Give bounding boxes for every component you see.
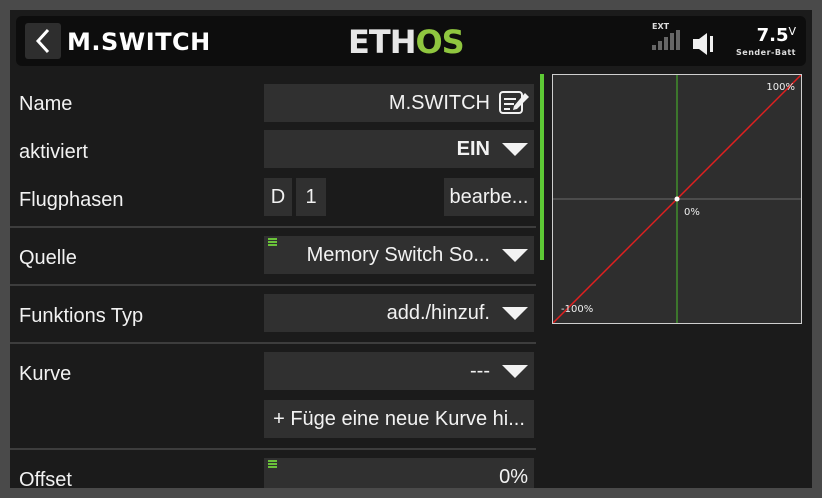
divider [10,342,536,344]
chevron-down-icon [502,364,528,378]
function-type-value: add./hinzuf. [386,301,490,324]
speaker-icon [693,33,713,55]
chevron-down-icon [502,248,528,262]
edit-icon [499,91,529,114]
graph-label-center: 0% [684,207,700,218]
flight-mode-d[interactable]: D [264,178,292,216]
add-curve-button[interactable]: + Füge eine neue Kurve hi... [264,400,534,438]
offset-value: 0% [499,465,528,488]
divider [10,226,536,228]
source-dropdown[interactable]: Memory Switch So... [264,236,534,274]
screen: M.SWITCH ETHOS EXT 7.5V Sender-Batt Name… [10,10,812,488]
signal-bars-icon [652,30,680,50]
name-label: Name [19,93,73,115]
curve-value: --- [470,359,490,382]
offset-marker-icon [268,460,277,469]
divider [10,284,536,286]
flight-modes-label: Flugphasen [19,189,124,211]
source-label: Quelle [19,247,77,269]
curve-dropdown[interactable]: --- [264,352,534,390]
graph-center-point [674,196,680,202]
scrollbar[interactable] [540,74,544,260]
battery-voltage: 7.5V [756,25,796,46]
curve-label: Kurve [19,363,72,385]
graph-label-min: -100% [561,304,594,315]
back-button[interactable] [25,23,61,59]
source-value: Memory Switch So... [306,243,490,266]
name-field[interactable]: M.SWITCH [264,84,534,122]
header-bar: M.SWITCH ETHOS EXT 7.5V Sender-Batt [16,16,806,66]
function-type-dropdown[interactable]: add./hinzuf. [264,294,534,332]
source-marker-icon [268,238,277,247]
page-title: M.SWITCH [67,28,211,56]
chevron-down-icon [502,142,528,156]
curve-graph: 100% 0% -100% [552,74,802,324]
chevron-left-icon [35,28,50,54]
offset-field[interactable]: 0% [264,458,534,488]
divider [10,448,536,450]
battery-label: Sender-Batt [736,48,796,57]
enabled-label: aktiviert [19,141,88,163]
flight-mode-1[interactable]: 1 [296,178,326,216]
status-area: EXT 7.5V Sender-Batt [650,22,800,62]
name-value: M.SWITCH [388,91,490,114]
offset-label: Offset [19,469,72,488]
graph-label-max: 100% [766,82,795,93]
function-type-label: Funktions Typ [19,305,144,327]
ext-label: EXT [652,22,670,31]
enabled-value: EIN [456,137,490,160]
flight-modes-edit-button[interactable]: bearbe... [444,178,534,216]
ethos-logo: ETHOS [348,23,465,61]
chevron-down-icon [502,306,528,320]
enabled-dropdown[interactable]: EIN [264,130,534,168]
